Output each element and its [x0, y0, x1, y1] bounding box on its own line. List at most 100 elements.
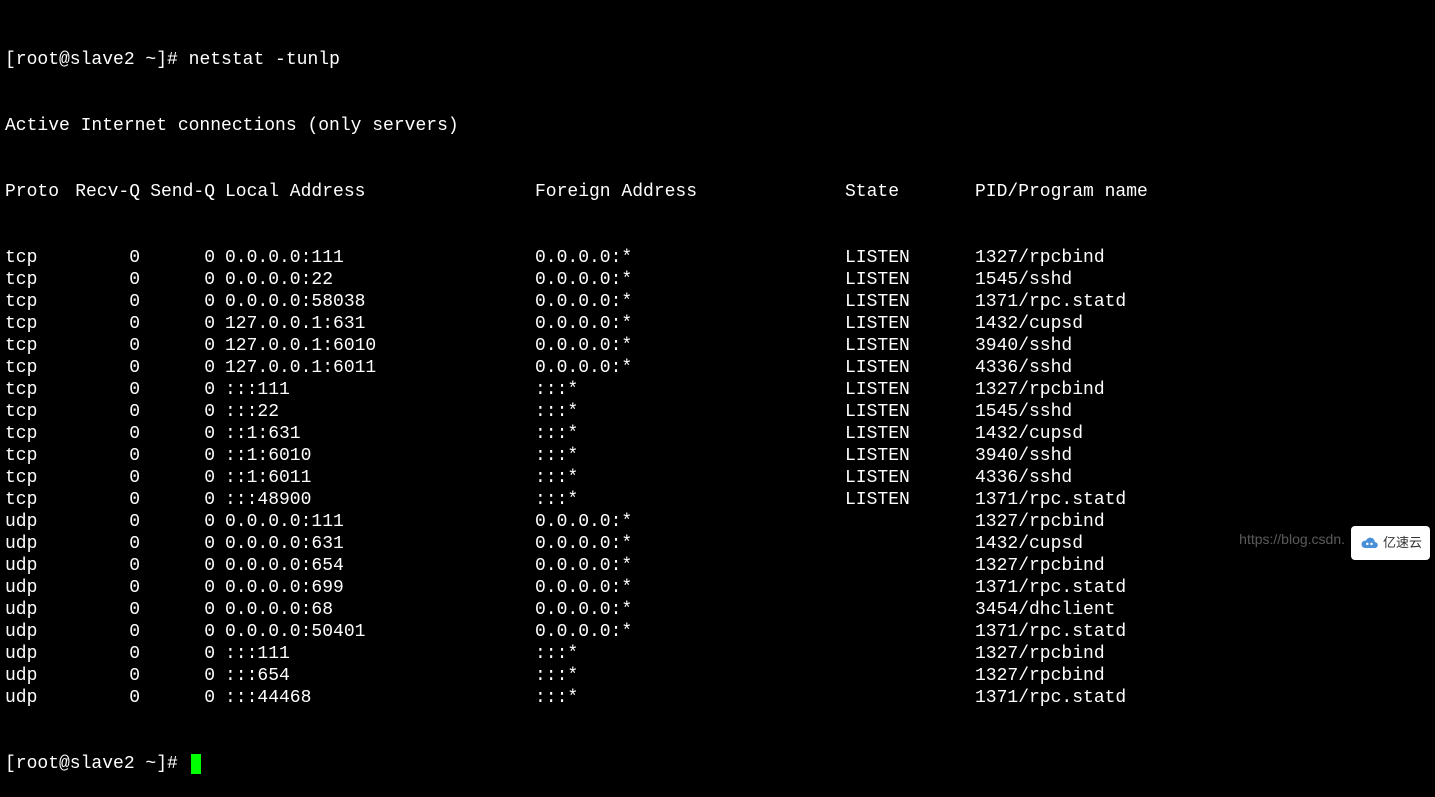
watermark-logo-text: 亿速云: [1383, 532, 1422, 554]
cell-sendq: 0: [140, 665, 215, 687]
cell-proto: tcp: [5, 489, 65, 511]
cell-sendq: 0: [140, 423, 215, 445]
cell-state: [845, 687, 975, 709]
cell-state: LISTEN: [845, 379, 975, 401]
table-row: udp00:::654:::*1327/rpcbind: [5, 665, 1430, 687]
cell-local: 0.0.0.0:58038: [215, 291, 535, 313]
cell-foreign: 0.0.0.0:*: [535, 533, 845, 555]
cell-recvq: 0: [65, 577, 140, 599]
table-row: udp000.0.0.0:680.0.0.0:*3454/dhclient: [5, 599, 1430, 621]
watermark-url: https://blog.csdn.: [1239, 528, 1345, 550]
cell-sendq: 0: [140, 687, 215, 709]
cell-pid: 3940/sshd: [975, 445, 1072, 467]
cell-foreign: :::*: [535, 665, 845, 687]
cell-proto: udp: [5, 533, 65, 555]
table-row: tcp00::1:631:::*LISTEN1432/cupsd: [5, 423, 1430, 445]
cell-recvq: 0: [65, 489, 140, 511]
command-text: netstat -tunlp: [189, 49, 340, 71]
table-row: udp000.0.0.0:504010.0.0.0:*1371/rpc.stat…: [5, 621, 1430, 643]
cell-proto: tcp: [5, 335, 65, 357]
cell-local: ::1:6011: [215, 467, 535, 489]
col-header-recvq: Recv-Q: [65, 181, 140, 203]
cell-state: LISTEN: [845, 269, 975, 291]
cell-proto: tcp: [5, 313, 65, 335]
cell-local: :::111: [215, 379, 535, 401]
cell-sendq: 0: [140, 643, 215, 665]
table-row: udp000.0.0.0:1110.0.0.0:*1327/rpcbind: [5, 511, 1430, 533]
cell-recvq: 0: [65, 467, 140, 489]
cell-state: LISTEN: [845, 335, 975, 357]
table-row: tcp00:::22:::*LISTEN1545/sshd: [5, 401, 1430, 423]
cell-pid: 1371/rpc.statd: [975, 621, 1126, 643]
cell-foreign: :::*: [535, 643, 845, 665]
cell-pid: 1327/rpcbind: [975, 555, 1105, 577]
table-row: udp000.0.0.0:6310.0.0.0:*1432/cupsd: [5, 533, 1430, 555]
cell-state: LISTEN: [845, 467, 975, 489]
cell-state: [845, 599, 975, 621]
cell-state: [845, 665, 975, 687]
cell-recvq: 0: [65, 687, 140, 709]
cell-local: 127.0.0.1:6011: [215, 357, 535, 379]
cell-recvq: 0: [65, 313, 140, 335]
cell-sendq: 0: [140, 599, 215, 621]
cell-foreign: 0.0.0.0:*: [535, 357, 845, 379]
cell-pid: 1371/rpc.statd: [975, 291, 1126, 313]
cell-recvq: 0: [65, 511, 140, 533]
table-row: udp000.0.0.0:6540.0.0.0:*1327/rpcbind: [5, 555, 1430, 577]
cell-state: [845, 533, 975, 555]
cell-pid: 1327/rpcbind: [975, 511, 1105, 533]
cell-recvq: 0: [65, 643, 140, 665]
connections-header: Active Internet connections (only server…: [5, 115, 1430, 137]
cell-local: :::111: [215, 643, 535, 665]
cell-pid: 1371/rpc.statd: [975, 687, 1126, 709]
cell-foreign: :::*: [535, 687, 845, 709]
cell-proto: tcp: [5, 291, 65, 313]
cell-proto: udp: [5, 665, 65, 687]
cell-state: [845, 643, 975, 665]
table-row: tcp000.0.0.0:1110.0.0.0:*LISTEN1327/rpcb…: [5, 247, 1430, 269]
cell-local: 0.0.0.0:631: [215, 533, 535, 555]
cell-pid: 4336/sshd: [975, 357, 1072, 379]
col-header-proto: Proto: [5, 181, 65, 203]
cell-foreign: 0.0.0.0:*: [535, 269, 845, 291]
cell-proto: udp: [5, 511, 65, 533]
table-row: tcp00:::111:::*LISTEN1327/rpcbind: [5, 379, 1430, 401]
cell-state: LISTEN: [845, 313, 975, 335]
cell-state: LISTEN: [845, 423, 975, 445]
cell-pid: 1371/rpc.statd: [975, 577, 1126, 599]
cell-recvq: 0: [65, 357, 140, 379]
terminal-output[interactable]: [root@slave2 ~]# netstat -tunlp Active I…: [5, 5, 1430, 797]
cell-sendq: 0: [140, 555, 215, 577]
cell-state: [845, 555, 975, 577]
cell-pid: 1432/cupsd: [975, 313, 1083, 335]
cell-sendq: 0: [140, 577, 215, 599]
table-row: tcp00127.0.0.1:60110.0.0.0:*LISTEN4336/s…: [5, 357, 1430, 379]
cell-proto: udp: [5, 555, 65, 577]
shell-prompt: [root@slave2 ~]#: [5, 49, 189, 71]
cell-proto: tcp: [5, 467, 65, 489]
table-row: udp00:::111:::*1327/rpcbind: [5, 643, 1430, 665]
cell-local: 0.0.0.0:699: [215, 577, 535, 599]
cell-sendq: 0: [140, 467, 215, 489]
cell-pid: 1327/rpcbind: [975, 247, 1105, 269]
cell-foreign: :::*: [535, 379, 845, 401]
cell-state: [845, 511, 975, 533]
cell-proto: tcp: [5, 423, 65, 445]
table-row: tcp00:::48900:::*LISTEN1371/rpc.statd: [5, 489, 1430, 511]
cell-pid: 3454/dhclient: [975, 599, 1115, 621]
cell-state: LISTEN: [845, 291, 975, 313]
cell-local: 127.0.0.1:631: [215, 313, 535, 335]
cell-recvq: 0: [65, 555, 140, 577]
cell-recvq: 0: [65, 269, 140, 291]
table-row: tcp00127.0.0.1:6310.0.0.0:*LISTEN1432/cu…: [5, 313, 1430, 335]
cell-recvq: 0: [65, 445, 140, 467]
col-header-local: Local Address: [215, 181, 535, 203]
cell-foreign: 0.0.0.0:*: [535, 599, 845, 621]
cell-foreign: 0.0.0.0:*: [535, 555, 845, 577]
cell-pid: 1327/rpcbind: [975, 643, 1105, 665]
cell-sendq: 0: [140, 511, 215, 533]
table-row: udp00:::44468:::*1371/rpc.statd: [5, 687, 1430, 709]
cell-foreign: 0.0.0.0:*: [535, 335, 845, 357]
cell-recvq: 0: [65, 665, 140, 687]
col-header-state: State: [845, 181, 975, 203]
